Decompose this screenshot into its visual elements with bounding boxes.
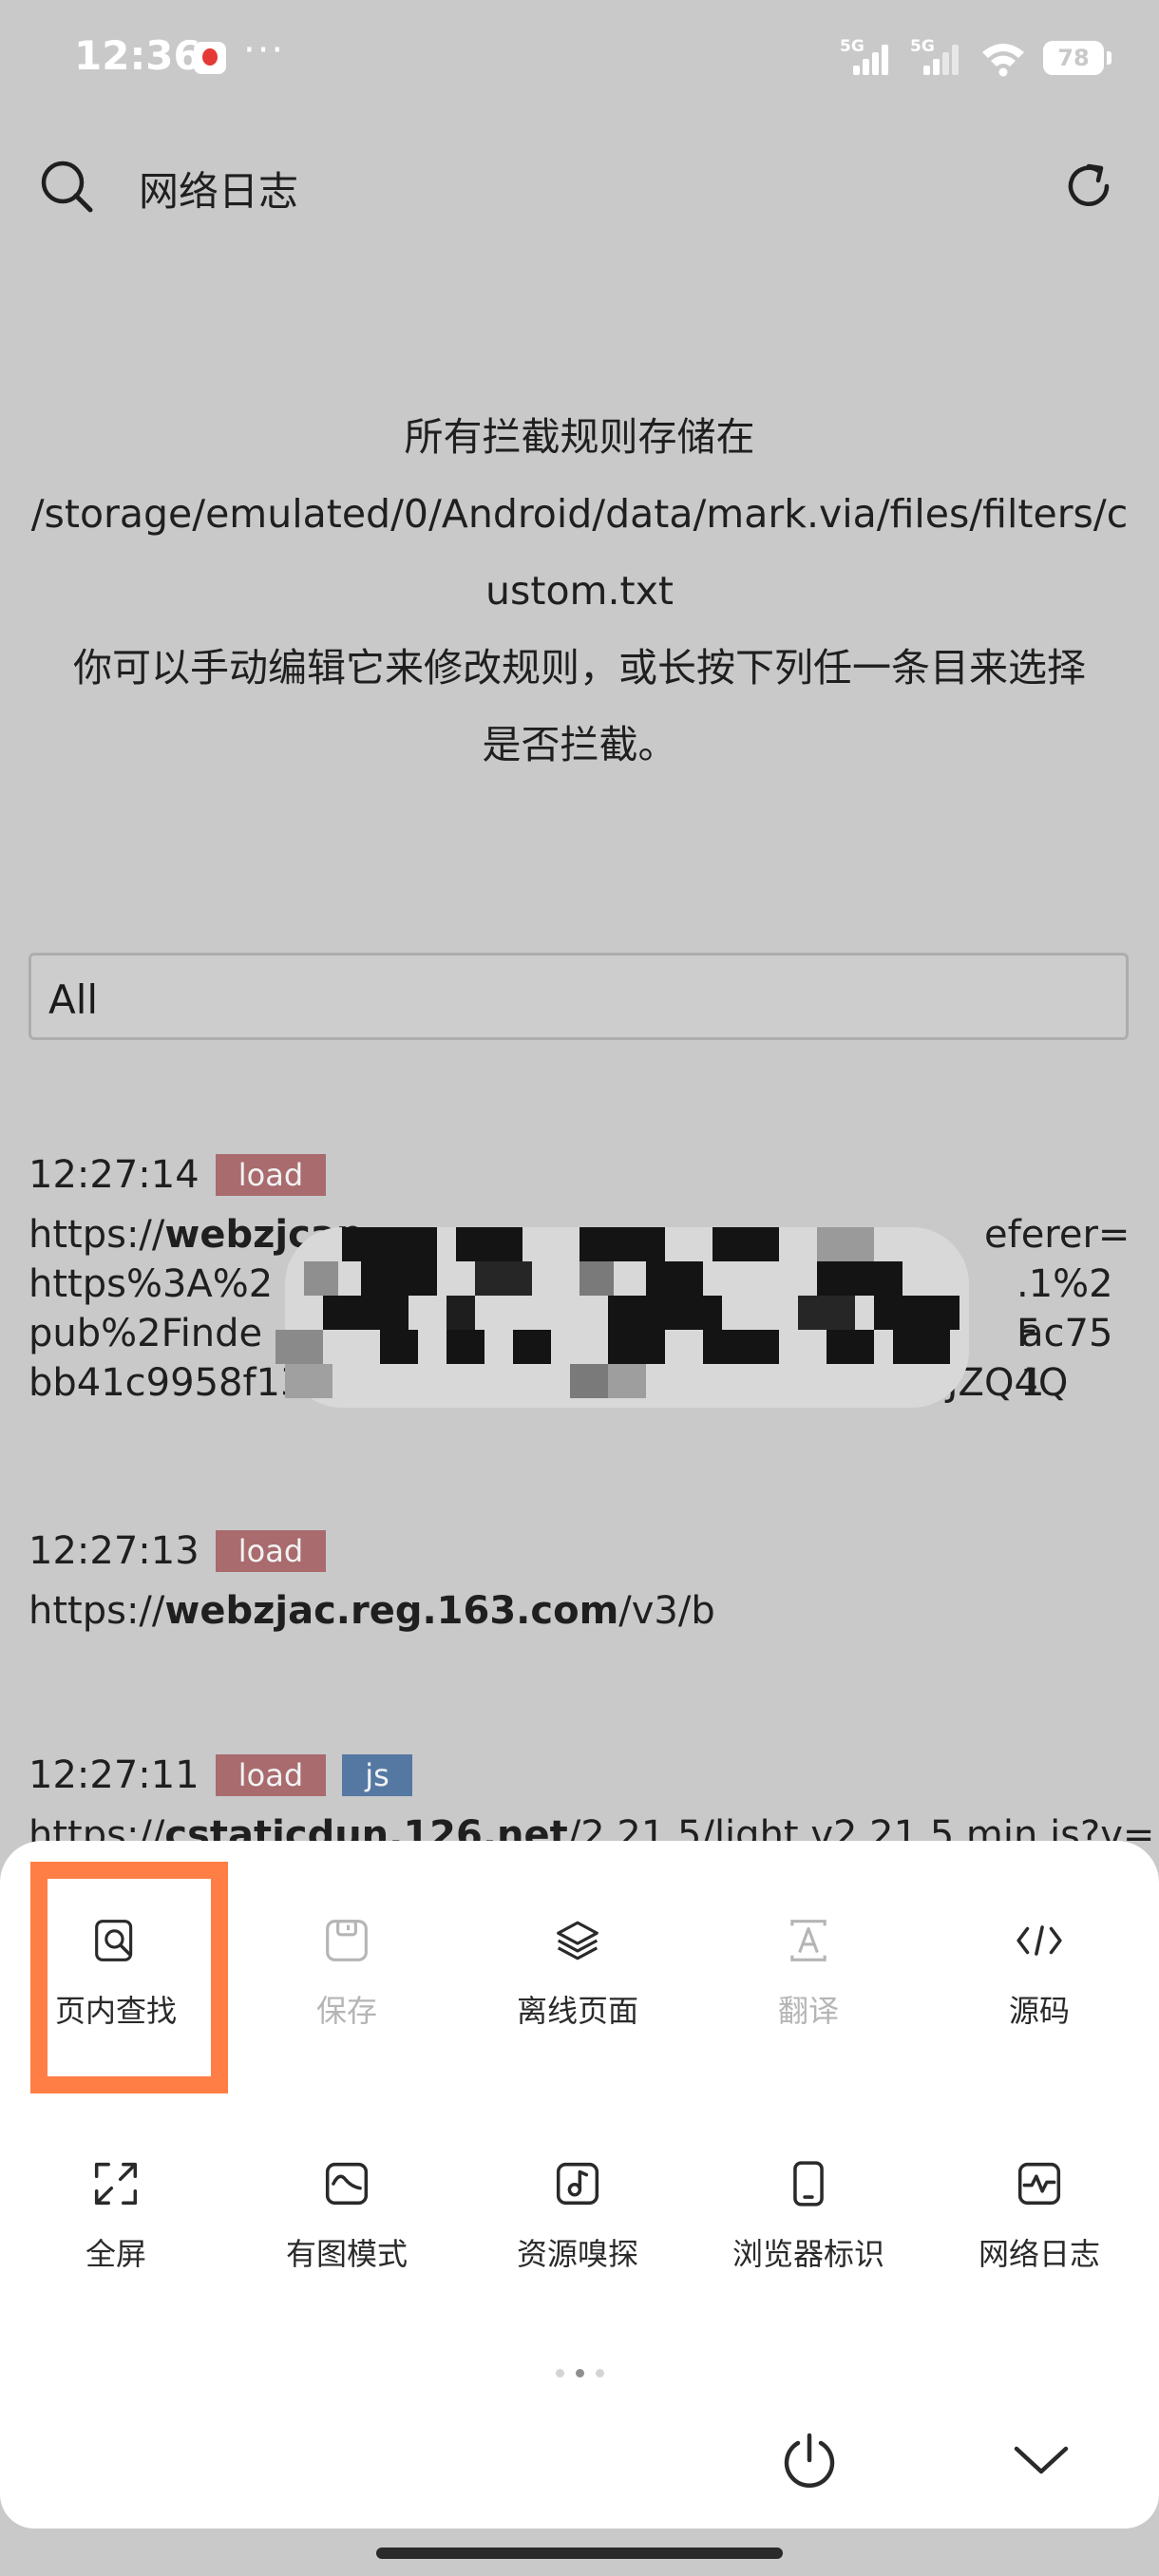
menu-label: 网络日志 [978, 2236, 1100, 2272]
menu-network-log[interactable]: 网络日志 [944, 2084, 1134, 2274]
menu-resource-sniffing[interactable]: 资源嗅探 [483, 2084, 673, 2274]
load-badge: load [215, 1754, 327, 1796]
menu-user-agent[interactable]: 浏览器标识 [713, 2084, 903, 2274]
info-line-path: /storage/emulated/0/Android/data/mark.vi… [30, 491, 1129, 537]
menu-label: 保存 [315, 1993, 377, 2029]
status-time: 12:36 [74, 32, 201, 79]
log-entry[interactable]: 12:27:13 load https://webzjac.reg.163.co… [28, 1529, 1130, 1636]
layers-icon [557, 1921, 598, 1960]
page-indicator [0, 2369, 1159, 2377]
menu-label: 浏览器标识 [732, 2236, 884, 2272]
js-badge: js [342, 1754, 412, 1796]
battery-level: 78 [1057, 45, 1090, 71]
notification-app-icon [194, 42, 226, 74]
signal-icon: 5G [910, 37, 963, 79]
info-line-path: ustom.txt [485, 568, 674, 614]
translate-icon [790, 1920, 826, 1961]
wifi-icon [982, 44, 1024, 77]
fullscreen-icon [94, 2162, 138, 2206]
info-line: 所有拦截规则存储在 [404, 414, 755, 460]
filter-value: All [48, 976, 99, 1023]
info-line: 是否拦截。 [482, 722, 677, 767]
menu-label: 有图模式 [285, 2236, 408, 2272]
menu-label: 资源嗅探 [516, 2236, 638, 2272]
menu-fullscreen[interactable]: 全屏 [21, 2084, 211, 2274]
signal-icon: 5G [840, 37, 893, 79]
page-dot [595, 2369, 604, 2377]
page-dot [555, 2369, 564, 2377]
network-log-icon [1017, 2162, 1061, 2206]
image-mode-icon [325, 2162, 369, 2206]
menu-label: 离线页面 [516, 1993, 638, 2029]
menu-label: 源码 [1008, 1993, 1070, 2029]
redaction-mosaic [276, 1227, 969, 1408]
status-bar: 12:36 ··· 5G 5G 78 [0, 0, 1159, 114]
more-notifications-dots: ··· [243, 28, 286, 72]
menu-offline-pages[interactable]: 离线页面 [483, 1841, 673, 2031]
power-icon[interactable] [779, 2430, 840, 2491]
refresh-icon[interactable] [1060, 158, 1117, 215]
log-time: 12:27:14 [28, 1153, 200, 1197]
page-dot-active [575, 2369, 584, 2377]
battery-icon: 78 [1043, 41, 1112, 75]
load-badge: load [215, 1530, 327, 1572]
page-title: 网络日志 [139, 168, 299, 215]
home-indicator[interactable] [376, 2548, 783, 2559]
load-badge: load [215, 1154, 327, 1196]
status-indicators: 5G 5G 78 [840, 36, 1112, 80]
resource-sniff-icon [556, 2162, 599, 2206]
highlight-box [30, 1862, 228, 2093]
info-line: 你可以手动编辑它来修改规则，或长按下列任一条目来选择 [73, 645, 1086, 691]
log-url: https://webzjac.reg.163.com/v3/b [28, 1589, 715, 1633]
log-time: 12:27:11 [28, 1753, 200, 1797]
menu-translate[interactable]: 翻译 [713, 1841, 903, 2031]
log-time: 12:27:13 [28, 1529, 200, 1573]
menu-image-mode[interactable]: 有图模式 [252, 2084, 442, 2274]
user-agent-icon [793, 2161, 824, 2207]
menu-source-code[interactable]: 源码 [944, 1841, 1134, 2031]
filter-select[interactable]: All [28, 953, 1129, 1040]
chevron-down-icon[interactable] [1011, 2437, 1072, 2485]
save-icon [326, 1920, 368, 1961]
search-icon[interactable] [38, 158, 95, 215]
menu-label: 翻译 [777, 1993, 839, 2029]
rules-info-text: 所有拦截规则存储在 /storage/emulated/0/Android/da… [0, 399, 1159, 784]
menu-save[interactable]: 保存 [252, 1841, 442, 2031]
menu-label: 全屏 [85, 2236, 146, 2272]
code-icon [1016, 1925, 1062, 1956]
